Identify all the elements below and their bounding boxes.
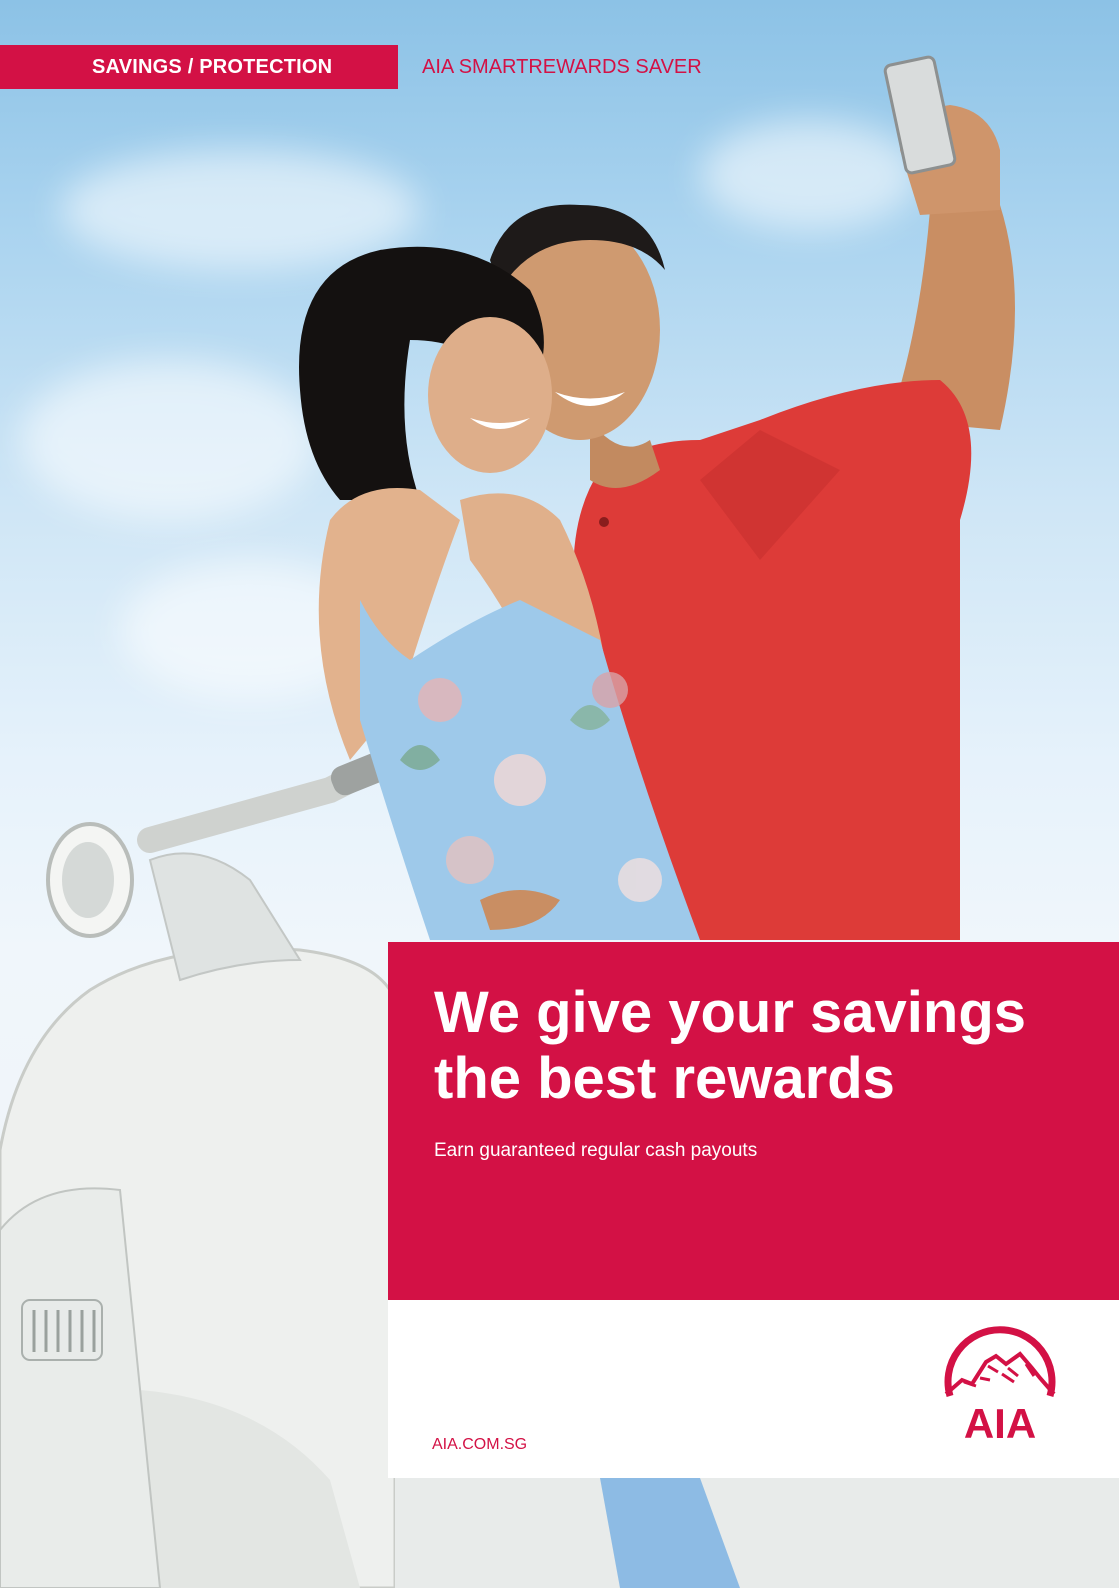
- headline-panel: We give your savings the best rewards Ea…: [388, 942, 1119, 1300]
- footer-panel: AIA.COM.SG AIA: [388, 1300, 1119, 1478]
- brochure-cover: SAVINGS / PROTECTION AIA SMARTREWARDS SA…: [0, 0, 1119, 1588]
- website-link[interactable]: AIA.COM.SG: [432, 1436, 527, 1454]
- aia-mountain-logo-icon: AIA: [944, 1326, 1056, 1447]
- logo-text: AIA: [964, 1400, 1036, 1447]
- headline: We give your savings the best rewards: [434, 980, 1027, 1111]
- subheadline: Earn guaranteed regular cash payouts: [434, 1140, 758, 1161]
- category-tag: SAVINGS / PROTECTION: [0, 45, 398, 89]
- product-name: AIA SMARTREWARDS SAVER: [422, 56, 702, 78]
